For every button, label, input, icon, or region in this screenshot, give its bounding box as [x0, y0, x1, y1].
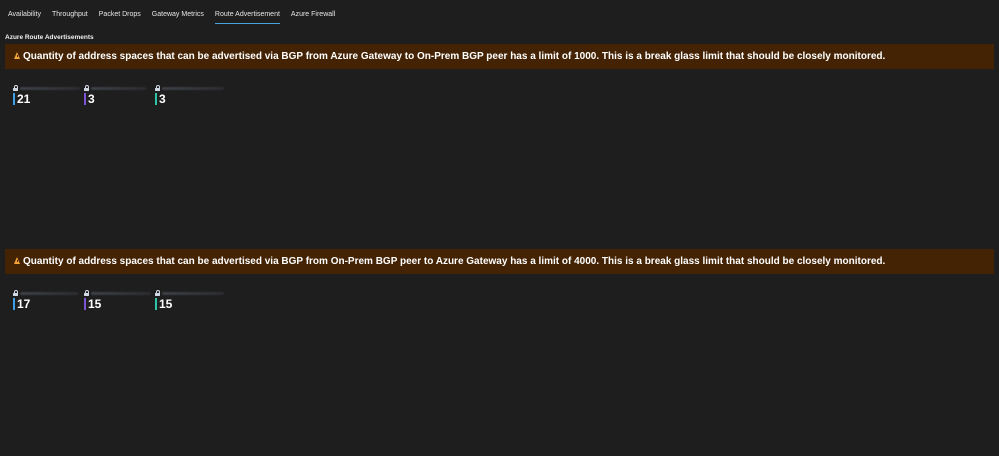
tab-gateway-metrics[interactable]: Gateway Metrics [152, 10, 204, 24]
warning-banner-onprem-to-azure: Quantity of address spaces that can be a… [5, 249, 994, 274]
tile-value: 15 [88, 297, 102, 311]
tile-value: 3 [88, 92, 95, 106]
tile-value: 21 [17, 92, 31, 106]
tab-bar: Availability Throughput Packet Drops Gat… [0, 0, 346, 24]
tab-packet-drops[interactable]: Packet Drops [99, 10, 141, 24]
redacted-label [91, 86, 146, 90]
lock-icon [84, 290, 89, 296]
tile-color-bar [13, 298, 15, 310]
tile-color-bar [84, 93, 86, 105]
redacted-label [20, 291, 78, 295]
tile-value: 15 [159, 297, 173, 311]
lock-icon [155, 85, 160, 91]
lock-icon [84, 85, 89, 91]
warning-banner-azure-to-onprem: Quantity of address spaces that can be a… [5, 44, 994, 69]
lock-icon [13, 290, 18, 296]
lock-icon [13, 85, 18, 91]
tile-color-bar [155, 298, 157, 310]
metric-tile[interactable]: 15 [84, 289, 155, 313]
redacted-label [91, 291, 151, 295]
metric-tile[interactable]: 15 [155, 289, 226, 313]
section-title: Azure Route Advertisements [5, 34, 94, 41]
tab-azure-firewall[interactable]: Azure Firewall [291, 10, 335, 24]
tile-color-bar [13, 93, 15, 105]
lock-icon [155, 290, 160, 296]
tile-value: 3 [159, 92, 166, 106]
metric-tile[interactable]: 21 [13, 84, 84, 108]
warning-text: Quantity of address spaces that can be a… [23, 51, 886, 62]
metric-tiles-onprem-to-azure: 17 15 15 [13, 289, 226, 313]
redacted-label [162, 86, 224, 90]
redacted-label [162, 291, 224, 295]
tile-value: 17 [17, 297, 31, 311]
tab-availability[interactable]: Availability [8, 10, 41, 24]
tile-color-bar [155, 93, 157, 105]
tab-route-advertisement[interactable]: Route Advertisement [214, 10, 280, 24]
metric-tile[interactable]: 17 [13, 289, 84, 313]
warning-text: Quantity of address spaces that can be a… [23, 256, 886, 267]
warning-icon [14, 257, 20, 264]
tab-throughput[interactable]: Throughput [52, 10, 88, 24]
tile-color-bar [84, 298, 86, 310]
metric-tile[interactable]: 3 [155, 84, 226, 108]
warning-icon [14, 52, 20, 59]
metric-tiles-azure-to-onprem: 21 3 3 [13, 84, 226, 108]
redacted-label [20, 86, 80, 90]
metric-tile[interactable]: 3 [84, 84, 155, 108]
